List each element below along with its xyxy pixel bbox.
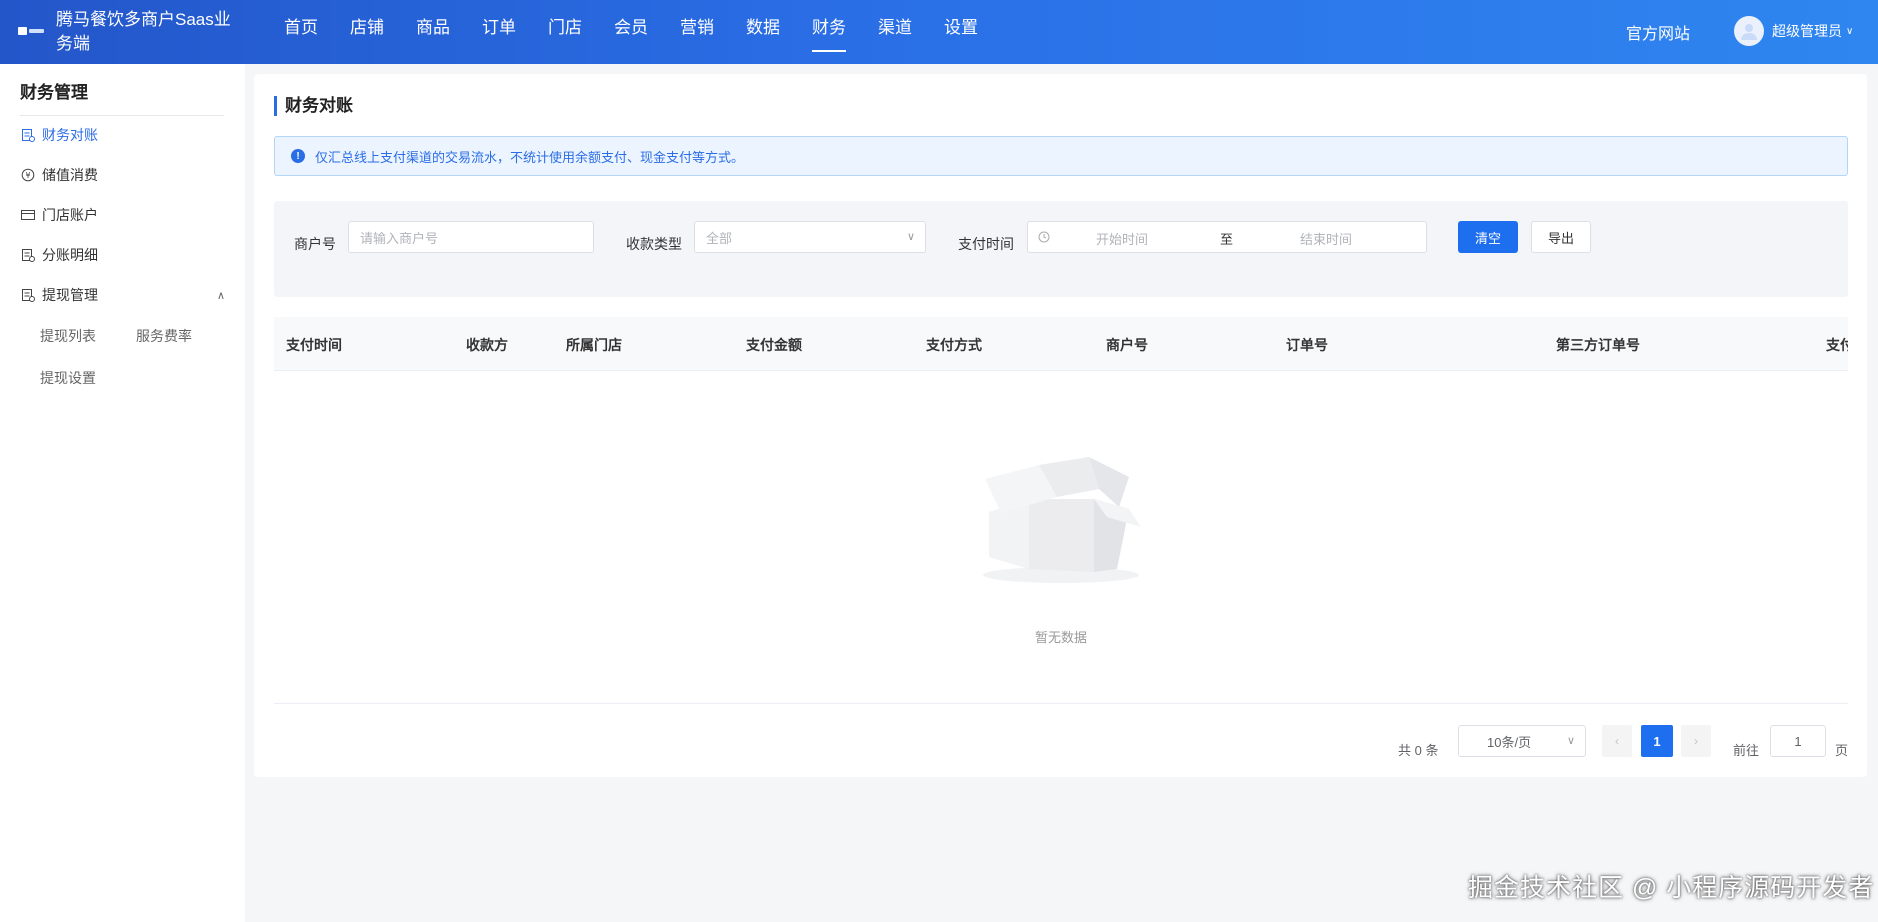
nav-item-members[interactable]: 会员: [598, 0, 664, 64]
nav-item-orders[interactable]: 订单: [466, 0, 532, 64]
column-header: 所属门店: [566, 337, 622, 353]
page-size-select[interactable]: 10条/页 ∨: [1458, 725, 1586, 757]
column-header: 订单号: [1286, 337, 1328, 353]
clear-button[interactable]: 清空: [1458, 221, 1518, 253]
sidebar-item-stored-value[interactable]: ¥ 储值消费: [20, 164, 225, 186]
payment-type-label: 收款类型: [626, 236, 682, 252]
end-time-input[interactable]: 结束时间: [1300, 229, 1352, 248]
chevron-down-icon: ∨: [1846, 25, 1854, 37]
pagination-total: 共 0 条: [1398, 743, 1439, 758]
sidebar-item-label: 分账明细: [42, 247, 98, 263]
brand-logo-icon: [18, 22, 46, 40]
empty-box-icon: [983, 457, 1141, 583]
sidebar-item-label: 储值消费: [42, 167, 98, 183]
payment-type-select[interactable]: 全部 ∨: [694, 221, 926, 253]
ledger-icon: [20, 247, 36, 263]
nav-item-shop[interactable]: 店铺: [334, 0, 400, 64]
main-card: 财务对账 ! 仅汇总线上支付渠道的交易流水，不统计使用余额支付、现金支付等方式。…: [254, 74, 1867, 777]
nav-item-stores[interactable]: 门店: [532, 0, 598, 64]
date-range-picker[interactable]: 开始时间 至 结束时间: [1027, 221, 1427, 253]
payment-type-value: 全部: [706, 230, 733, 246]
page-unit-label: 页: [1835, 743, 1849, 758]
next-page-button[interactable]: ›: [1681, 725, 1711, 757]
main-nav: 首页 店铺 商品 订单 门店 会员 营销 数据 财务 渠道 设置: [268, 0, 994, 64]
empty-text: 暂无数据: [1034, 630, 1087, 645]
user-menu[interactable]: 超级管理员 ∨: [1734, 16, 1853, 46]
nav-item-finance[interactable]: 财务: [796, 0, 862, 64]
date-separator: 至: [1220, 232, 1234, 247]
sidebar: 财务管理 财务对账 ¥ 储值消费 门店账户 分账明细 提现管理 ∧ 提现列表 服…: [0, 64, 245, 922]
payment-time-label: 支付时间: [958, 236, 1014, 252]
svg-text:¥: ¥: [25, 171, 30, 180]
merchant-label: 商户号: [294, 236, 336, 252]
sidebar-item-label: 提现管理: [42, 287, 98, 303]
nav-item-goods[interactable]: 商品: [400, 0, 466, 64]
nav-item-home[interactable]: 首页: [268, 0, 334, 64]
ledger-icon: [20, 127, 36, 143]
column-header: 支付方式: [926, 337, 982, 353]
start-time-input[interactable]: 开始时间: [1096, 229, 1148, 248]
page-size-value: 10条/页: [1487, 734, 1532, 750]
avatar: [1734, 16, 1764, 46]
column-header: 商户号: [1106, 337, 1148, 353]
chevron-down-icon: ∨: [1566, 735, 1575, 747]
sidebar-item-label: 门店账户: [42, 207, 98, 223]
ledger-icon: [20, 287, 36, 303]
nav-item-channels[interactable]: 渠道: [862, 0, 928, 64]
sidebar-item-reconciliation[interactable]: 财务对账: [20, 124, 225, 146]
sidebar-item-withdrawal[interactable]: 提现管理 ∧: [20, 284, 225, 306]
goto-label: 前往: [1733, 743, 1760, 758]
sidebar-subitem-withdrawal-settings[interactable]: 提现设置: [40, 368, 96, 388]
sidebar-item-split-details[interactable]: 分账明细: [20, 244, 225, 266]
filter-panel: 商户号 请输入商户号 收款类型 全部 ∨ 支付时间 开始时间 至 结束时间 清空…: [274, 201, 1848, 297]
nav-item-data[interactable]: 数据: [730, 0, 796, 64]
empty-state: 暂无数据: [274, 371, 1848, 704]
chevron-left-icon: ‹: [1615, 734, 1619, 748]
info-notice: ! 仅汇总线上支付渠道的交易流水，不统计使用余额支付、现金支付等方式。: [274, 136, 1848, 176]
merchant-input[interactable]: 请输入商户号: [348, 221, 594, 253]
nav-item-marketing[interactable]: 营销: [664, 0, 730, 64]
page-title: 财务对账: [274, 96, 353, 116]
sidebar-divider: [20, 115, 224, 116]
chevron-up-icon: ∧: [216, 289, 225, 302]
export-button[interactable]: 导出: [1531, 221, 1591, 253]
brand[interactable]: 腾马餐饮多商户Saas业务端: [18, 8, 248, 56]
brand-title: 腾马餐饮多商户Saas业务端: [56, 10, 231, 53]
table-header: 支付时间 收款方 所属门店 支付金额 支付方式 商户号 订单号 第三方订单号 支…: [274, 317, 1848, 371]
sidebar-item-store-account[interactable]: 门店账户: [20, 204, 225, 226]
card-icon: [20, 207, 36, 223]
column-header: 支付时间: [286, 337, 342, 353]
clock-icon: [1038, 231, 1050, 246]
nav-item-settings[interactable]: 设置: [928, 0, 994, 64]
column-header: 收款方: [466, 337, 508, 353]
column-header: 支付金额: [746, 337, 802, 353]
notice-text: 仅汇总线上支付渠道的交易流水，不统计使用余额支付、现金支付等方式。: [315, 149, 745, 165]
info-icon: !: [291, 149, 305, 163]
top-navigation-bar: 腾马餐饮多商户Saas业务端 首页 店铺 商品 订单 门店 会员 营销 数据 财…: [0, 0, 1878, 64]
watermark: 掘金技术社区 @ 小程序源码开发者: [1468, 874, 1875, 902]
column-header: 支付: [1826, 337, 1848, 353]
sidebar-subitem-service-rate[interactable]: 服务费率: [136, 326, 192, 346]
goto-page-input[interactable]: 1: [1770, 725, 1826, 757]
column-header: 第三方订单号: [1556, 337, 1640, 353]
chevron-down-icon: ∨: [906, 231, 915, 243]
user-name: 超级管理员: [1772, 23, 1842, 39]
sidebar-item-label: 财务对账: [42, 127, 98, 143]
page-number-current[interactable]: 1: [1641, 725, 1673, 757]
prev-page-button[interactable]: ‹: [1602, 725, 1632, 757]
chevron-right-icon: ›: [1694, 734, 1698, 748]
yen-icon: ¥: [20, 167, 36, 183]
official-site-link[interactable]: 官方网站: [1626, 20, 1690, 44]
sidebar-title: 财务管理: [20, 83, 88, 102]
sidebar-subitem-withdrawal-list[interactable]: 提现列表: [40, 326, 96, 346]
